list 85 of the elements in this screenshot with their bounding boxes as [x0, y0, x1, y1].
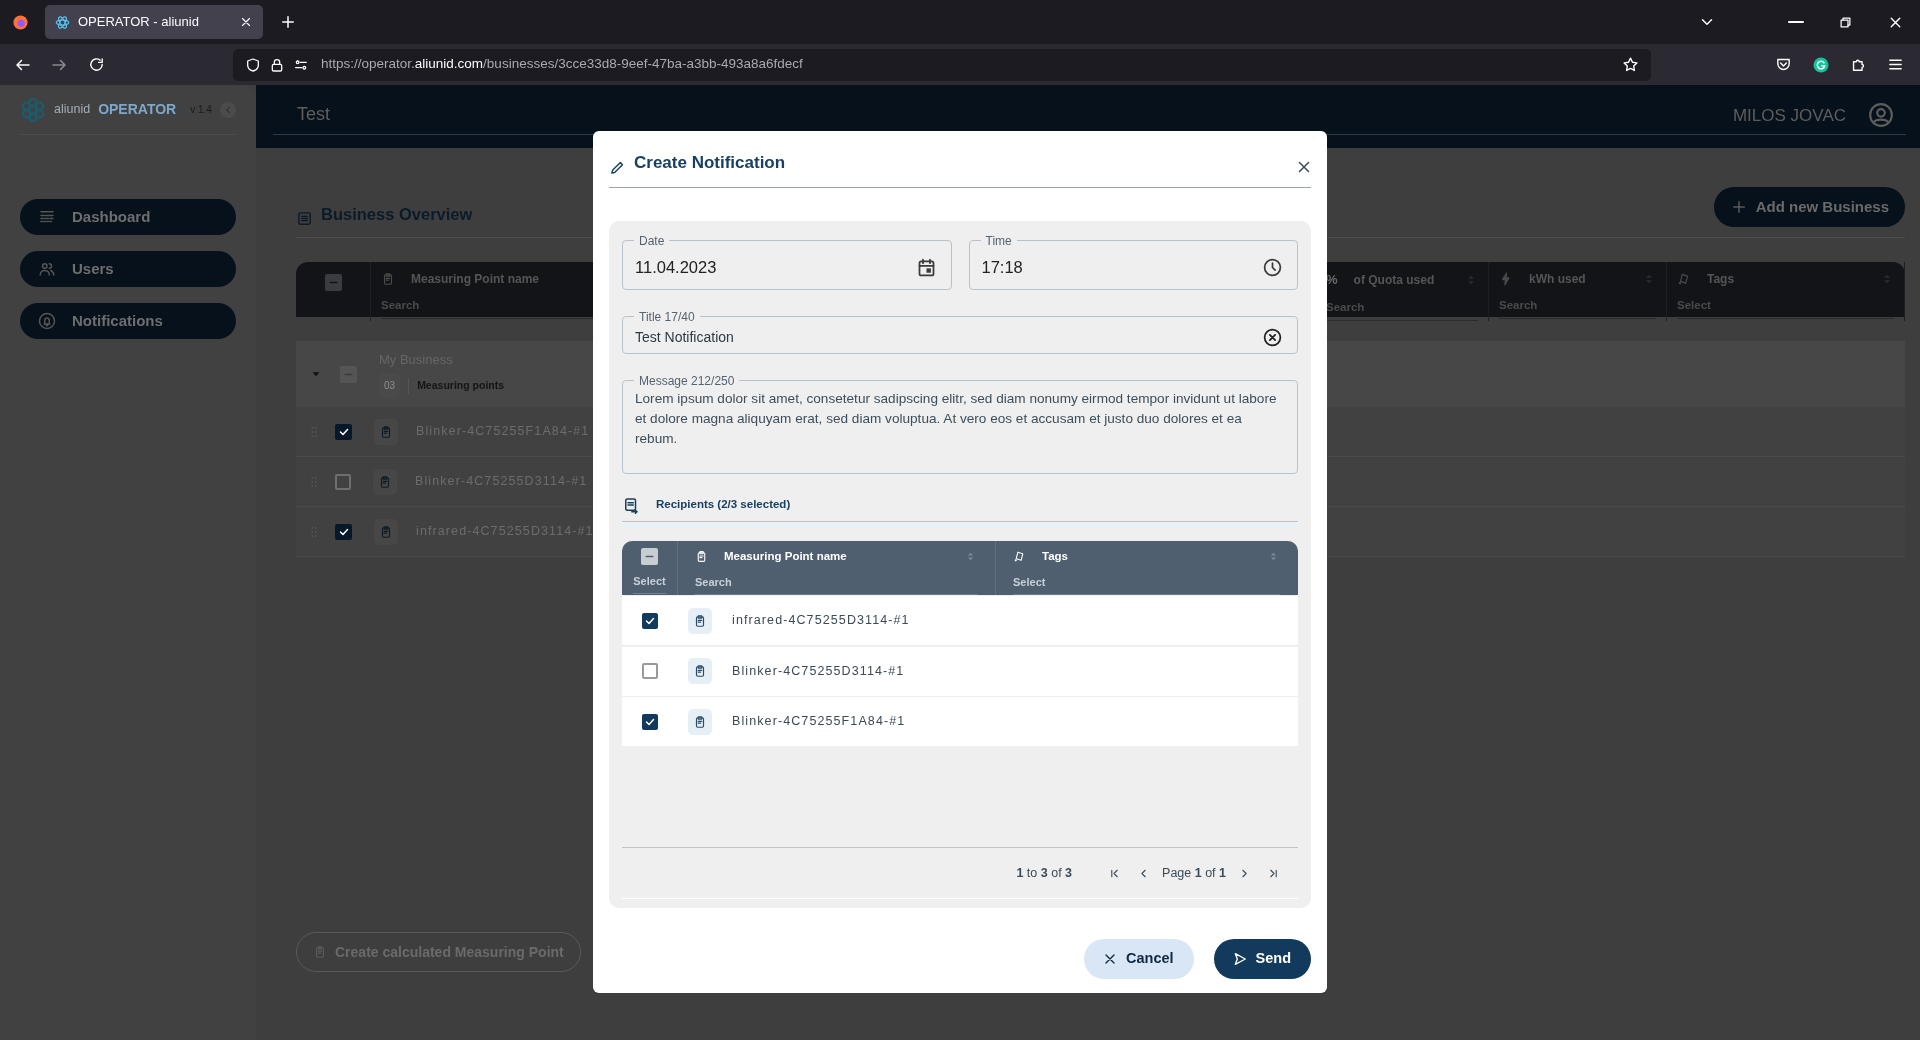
new-tab-button[interactable]: [279, 13, 297, 31]
column-header[interactable]: of Quota used: [1353, 270, 1435, 289]
list-icon: [296, 210, 313, 227]
checkbox[interactable]: [335, 523, 352, 540]
tags-icon: [1013, 549, 1026, 563]
page-text: Page 1 of 1: [1162, 864, 1226, 882]
measuring-point-name: Blinker-4C75255F1A84-#1: [732, 713, 906, 731]
brand-name: OPERATOR: [98, 100, 177, 119]
recipients-label: Recipients (2/3 selected): [656, 497, 791, 513]
chevron-left-icon: [223, 104, 233, 115]
select-all-checkbox[interactable]: [641, 547, 658, 565]
restore-icon: [1838, 14, 1853, 30]
url-text: https://operator.aliunid.com/businesses/3cce33d8-9eef-47ba-a3bb-493a8a6fdecf: [321, 55, 804, 74]
reload-button[interactable]: [88, 56, 105, 73]
extension-button[interactable]: [1812, 55, 1830, 74]
avatar-button[interactable]: [1868, 102, 1894, 128]
page-title: Test: [297, 103, 330, 126]
checkbox[interactable]: [642, 612, 658, 629]
restore-button[interactable]: [1838, 14, 1853, 30]
shield-icon: [245, 56, 261, 73]
close-icon: [239, 15, 253, 29]
plus-icon: [279, 13, 297, 31]
dialog-title: Create Notification: [634, 152, 786, 174]
star-icon: [1622, 56, 1639, 73]
title-field[interactable]: Title 17/40 Test Notification: [622, 310, 1298, 354]
checkbox[interactable]: [335, 423, 352, 440]
column-header[interactable]: Measuring Point name: [724, 547, 847, 565]
column-header[interactable]: Tags: [1707, 270, 1735, 288]
filter-field[interactable]: Select: [1013, 573, 1280, 596]
tab-title: OPERATOR - aliunid: [78, 13, 200, 32]
range-text: 1 to 3 of 3: [1016, 864, 1073, 882]
clipboard-icon: [693, 714, 707, 729]
clipboard-icon: [313, 945, 327, 959]
send-button[interactable]: Send: [1213, 939, 1311, 979]
brand-prefix: aliunid: [54, 101, 91, 119]
clipboard-icon: [381, 272, 395, 286]
recipients-icon: [622, 496, 640, 514]
group-checkbox[interactable]: [340, 365, 357, 383]
add-business-button[interactable]: Add new Business: [1713, 187, 1905, 227]
clipboard-icon: [378, 474, 392, 489]
browser-logo-icon[interactable]: [12, 13, 29, 31]
clock-icon: [1262, 257, 1283, 278]
column-header[interactable]: kWh used: [1529, 270, 1586, 288]
column-header[interactable]: Tags: [1042, 547, 1068, 565]
clipboard-icon: [695, 549, 708, 563]
filter-field[interactable]: Search: [695, 573, 977, 596]
tags-icon: [1677, 272, 1691, 286]
lock-icon: [269, 56, 285, 73]
nav-item[interactable]: Dashboard: [20, 199, 236, 235]
browser-tab[interactable]: OPERATOR - aliunid: [45, 5, 263, 39]
checkbox[interactable]: [642, 713, 658, 730]
atom-icon: [55, 14, 70, 30]
clear-button[interactable]: [1262, 327, 1283, 348]
logo-icon: [20, 96, 46, 123]
user-name: MILOS JOVAC: [1732, 104, 1846, 127]
nav-item[interactable]: Notifications: [20, 303, 236, 339]
time-field[interactable]: Time 17:18: [968, 234, 1298, 290]
nav-item[interactable]: Users: [20, 251, 236, 287]
reload-icon: [88, 56, 105, 73]
checkbox[interactable]: [335, 473, 351, 490]
xcircle-icon: [1262, 327, 1283, 348]
users-icon: [38, 260, 56, 278]
measuring-point-name: infrared-4C75255D3114-#1: [732, 612, 910, 630]
address-bar[interactable]: https://operator.aliunid.com/businesses/3cce33d8-9eef-47ba-a3bb-493a8a6fdecf: [233, 48, 1651, 81]
avatar-icon: [1868, 102, 1894, 128]
pocket-icon: [1775, 56, 1792, 73]
close-tab-button[interactable]: [239, 15, 253, 29]
column-header[interactable]: Measuring Point name: [411, 270, 540, 288]
clipboard-icon: [379, 524, 393, 539]
measuring-point-name: Blinker-4C75255D3114-#1: [732, 662, 905, 680]
cancel-button[interactable]: Cancel: [1084, 939, 1194, 979]
percent-symbol: %: [1326, 271, 1338, 289]
extension-icon: [1812, 55, 1830, 74]
clipboard-icon: [693, 664, 707, 678]
pocket-button[interactable]: [1775, 56, 1792, 73]
message-field[interactable]: Message 212/250 Lorem ipsum dolor sit amet, consetetur sadipscing elitr, sed diam nonumy eirmod tempor invidunt ut labore et dolore magna aliquyam erat, sed diam voluptua. At vero eos et accusam et justo duo dolores et ea rebum.: [622, 374, 1298, 474]
bookmark-button[interactable]: [1622, 56, 1639, 73]
date-field[interactable]: Date 11.04.2023: [622, 234, 952, 290]
select-label: Select: [633, 572, 666, 594]
clipboard-icon: [693, 613, 707, 628]
checkbox[interactable]: [642, 663, 658, 679]
clipboard-icon: [379, 424, 393, 439]
notifications-icon: [38, 312, 56, 330]
minimize-icon: [1788, 21, 1804, 23]
select-all-checkbox[interactable]: [324, 274, 342, 291]
